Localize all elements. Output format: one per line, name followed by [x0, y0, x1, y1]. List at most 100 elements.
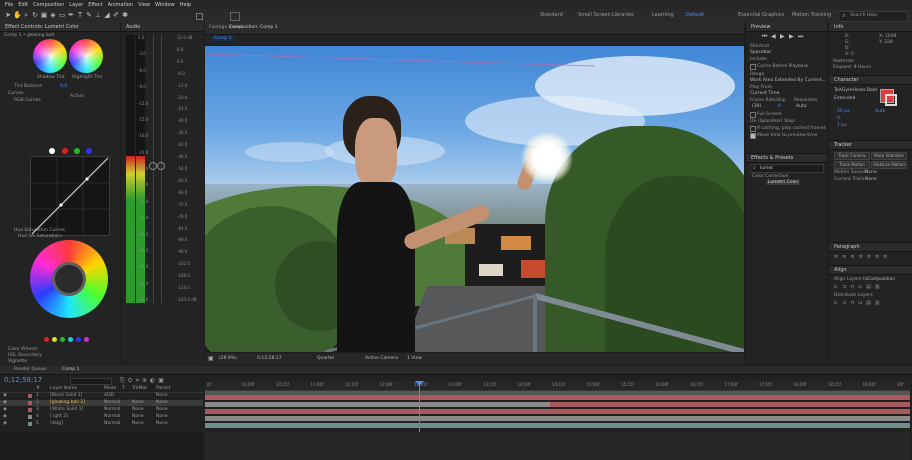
- hand-tool-icon[interactable]: ✋: [13, 11, 22, 20]
- hue-red-dot[interactable]: [44, 337, 49, 342]
- menu-help[interactable]: Help: [180, 2, 191, 8]
- workspace-small-screen[interactable]: Small Screen: [578, 12, 611, 18]
- layer-duration-bar[interactable]: [205, 402, 550, 407]
- snapping-checkbox[interactable]: [196, 13, 203, 20]
- hsl-secondary-label[interactable]: HSL Secondary: [8, 353, 42, 358]
- type-tool-icon[interactable]: T: [76, 11, 84, 20]
- workspace-essential-graphics[interactable]: Essential Graphics: [738, 12, 784, 18]
- roto-brush-tool-icon[interactable]: ✐: [112, 11, 120, 20]
- stroke-color-swatch[interactable]: [885, 94, 897, 106]
- effects-search-input[interactable]: ⌕ lumet: [750, 164, 824, 173]
- prev-frame-icon[interactable]: ◀: [771, 33, 776, 40]
- effect-controls-tab[interactable]: Effect Controls: Lumetri Color: [5, 24, 79, 30]
- layer-label-color[interactable]: [28, 394, 32, 398]
- layer-label-color[interactable]: [28, 422, 32, 426]
- always-preview-icon[interactable]: ▣: [208, 355, 214, 362]
- visibility-eye-icon[interactable]: ◉: [3, 393, 7, 398]
- layer-trkmat[interactable]: None: [132, 421, 144, 426]
- luma-channel-dot[interactable]: [49, 148, 55, 154]
- hue-green-dot[interactable]: [60, 337, 65, 342]
- timeline-search[interactable]: [70, 378, 112, 385]
- hue-vs-sat-wheel[interactable]: [30, 240, 108, 318]
- track-camera-button[interactable]: Track Camera: [834, 152, 870, 160]
- vignette-label[interactable]: Vignette: [8, 359, 27, 364]
- preview-title[interactable]: Preview: [751, 24, 770, 30]
- search-help-box[interactable]: ⌕ Search Help: [838, 11, 908, 22]
- timeline-timecode[interactable]: 0;12;58;17: [4, 376, 42, 384]
- paragraph-align-icons[interactable]: ≡≡≡≡≡≡≡: [834, 254, 906, 260]
- font-family-dropdown[interactable]: TeXGyreHeros Bold: [834, 88, 877, 93]
- stroke-width-value[interactable]: 1 px: [837, 123, 847, 128]
- layer-number[interactable]: 5: [36, 421, 39, 426]
- layer-row[interactable]: ◉ 3 [White Solid 1] Normal None None: [0, 407, 203, 413]
- layer-parent[interactable]: None: [156, 400, 168, 405]
- align-title[interactable]: Align: [834, 267, 847, 273]
- menu-edit[interactable]: Edit: [18, 2, 28, 8]
- layer-label-color[interactable]: [28, 401, 32, 405]
- layer-duration-bar-segment[interactable]: [550, 402, 910, 407]
- hue-vs-sat-label[interactable]: Hue (vs Saturation): [18, 234, 62, 239]
- layer-duration-bar[interactable]: [205, 409, 910, 414]
- paragraph-title[interactable]: Paragraph: [834, 244, 860, 250]
- menu-view[interactable]: View: [138, 2, 150, 8]
- distribute-icons[interactable]: ⊏⊐⊓⊔▤▥: [834, 300, 906, 306]
- resolution-dropdown-preview[interactable]: Auto: [796, 104, 806, 109]
- layer-number[interactable]: 1: [36, 393, 39, 398]
- first-frame-icon[interactable]: ⏮: [762, 33, 767, 41]
- menu-file[interactable]: File: [5, 2, 13, 8]
- composition-viewer[interactable]: [205, 46, 744, 352]
- rgb-curves-graph[interactable]: [30, 156, 110, 236]
- warp-stabilizer-button[interactable]: Warp Stabilizer: [871, 152, 907, 160]
- rotate-tool-icon[interactable]: ↻: [31, 11, 39, 20]
- curves-label[interactable]: Curves: [8, 91, 24, 96]
- layer-mode[interactable]: Normal: [104, 421, 120, 426]
- align-layer-icons[interactable]: ⊏⊐⊓⊔▤▥: [834, 284, 906, 290]
- workspace-standard[interactable]: Standard: [540, 12, 563, 18]
- menu-window[interactable]: Window: [155, 2, 175, 8]
- menu-effect[interactable]: Effect: [88, 2, 102, 8]
- hue-sat-curves-label[interactable]: Hue Saturation Curves: [14, 228, 65, 233]
- color-wheels-label[interactable]: Color Wheels: [8, 347, 38, 352]
- motion-source-dropdown[interactable]: None: [865, 170, 877, 175]
- viewer-timecode[interactable]: 0;12;58;17: [257, 356, 282, 361]
- menu-layer[interactable]: Layer: [69, 2, 83, 8]
- hue-yellow-dot[interactable]: [52, 337, 57, 342]
- layer-mode[interactable]: ADD: [104, 393, 114, 398]
- layer-parent[interactable]: None: [156, 393, 168, 398]
- layer-duration-bar[interactable]: [205, 416, 910, 421]
- layer-row[interactable]: ◉ 5 [dsig] Normal None None: [0, 421, 203, 427]
- layer-number[interactable]: 4: [36, 414, 39, 419]
- tracker-title[interactable]: Tracker: [834, 142, 852, 148]
- layer-duration-bar[interactable]: [205, 395, 910, 400]
- layer-parent[interactable]: None: [156, 414, 168, 419]
- pen-tool-icon[interactable]: ✒: [67, 11, 75, 20]
- composition-tab[interactable]: Composition: Comp 1: [229, 25, 277, 30]
- hue-cyan-dot[interactable]: [68, 337, 73, 342]
- full-screen-checkbox[interactable]: [750, 112, 756, 118]
- frame-rate-dropdown[interactable]: (30): [752, 104, 761, 109]
- visibility-eye-icon[interactable]: ◉: [3, 421, 7, 426]
- font-style-dropdown[interactable]: Extended: [834, 96, 855, 101]
- time-ruler[interactable]: 0f10;00f10;15f11;00f11;15f12;00f12;15f13…: [205, 381, 910, 391]
- blue-channel-dot[interactable]: [86, 148, 92, 154]
- font-size-value[interactable]: 50 px: [837, 109, 850, 114]
- comp-1-subtab[interactable]: Comp 1: [211, 36, 235, 41]
- tracking-value[interactable]: 0: [837, 116, 840, 121]
- layer-trkmat[interactable]: None: [132, 414, 144, 419]
- tint-balance-value[interactable]: 0.0: [60, 84, 67, 89]
- align-to-dropdown[interactable]: Composition: [867, 277, 895, 282]
- workspace-default[interactable]: Default: [686, 12, 704, 18]
- rgb-curves-label[interactable]: RGB Curves: [14, 98, 41, 103]
- lumetri-color-item[interactable]: Lumetri Color: [766, 180, 801, 185]
- render-queue-tab[interactable]: Render Queue: [14, 367, 46, 372]
- next-frame-icon[interactable]: ▶: [789, 33, 794, 40]
- visibility-eye-icon[interactable]: ◉: [3, 407, 7, 412]
- character-title[interactable]: Character: [834, 77, 859, 83]
- zoom-tool-icon[interactable]: ⌕: [22, 11, 30, 20]
- audio-slider-left-knob[interactable]: [149, 162, 157, 170]
- layer-parent[interactable]: None: [156, 407, 168, 412]
- skip-value[interactable]: 0: [778, 104, 781, 109]
- layer-mode[interactable]: Normal: [104, 400, 120, 405]
- workspace-libraries[interactable]: Libraries: [612, 12, 634, 18]
- selection-tool-icon[interactable]: ➤: [4, 11, 12, 20]
